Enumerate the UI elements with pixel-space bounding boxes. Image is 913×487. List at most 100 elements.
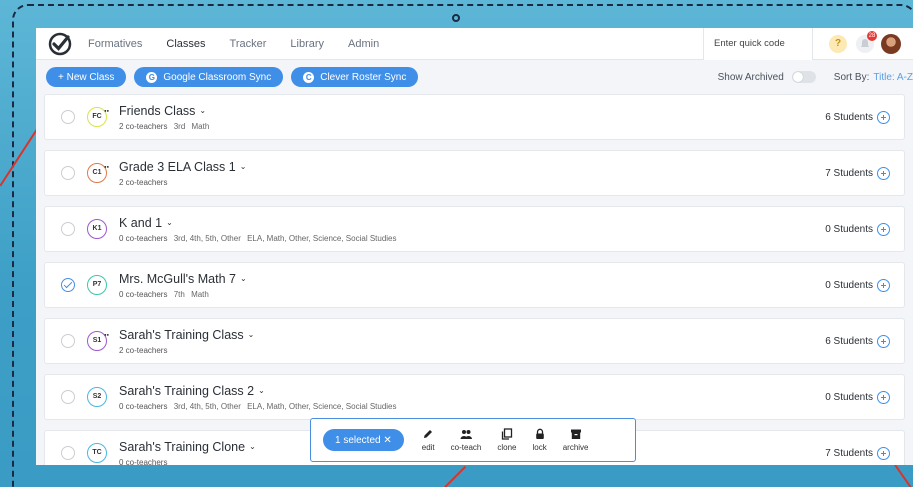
student-count: 7 Students: [825, 446, 890, 460]
class-toolbar: + New Class G Google Classroom Sync C Cl…: [36, 60, 913, 94]
pencil-icon: [424, 430, 433, 438]
chevron-down-icon[interactable]: ⌄: [249, 442, 256, 451]
google-classroom-sync-button[interactable]: G Google Classroom Sync: [134, 67, 284, 87]
class-name[interactable]: Mrs. McGull's Math 7 ⌄: [119, 272, 247, 286]
edit-label: edit: [421, 443, 435, 452]
people-icon: [460, 430, 472, 439]
class-name-text: Sarah's Training Class: [119, 327, 244, 342]
add-student-icon[interactable]: [877, 390, 890, 404]
help-icon[interactable]: ?: [829, 35, 847, 53]
chevron-down-icon[interactable]: ⌄: [248, 330, 255, 339]
class-row[interactable]: K1 K and 1 ⌄ 0 co-teachers 3rd, 4th, 5th…: [44, 206, 905, 252]
notification-badge: 28: [867, 31, 877, 41]
class-info: Grade 3 ELA Class 1 ⌄ 2 co-teachers: [119, 160, 246, 187]
student-count-label: 0 Students: [825, 391, 873, 403]
student-count: 6 Students: [825, 110, 890, 124]
google-sync-label: Google Classroom Sync: [163, 71, 272, 83]
sort-dropdown[interactable]: Title: A-Z: [873, 72, 913, 83]
chevron-down-icon[interactable]: ⌄: [166, 218, 173, 227]
class-row[interactable]: S2 Sarah's Training Class 2 ⌄ 0 co-teach…: [44, 374, 905, 420]
class-grades: 3rd, 4th, 5th, Other: [173, 401, 241, 411]
co-teach-action[interactable]: co-teach: [451, 428, 481, 452]
row-select-radio[interactable]: [61, 278, 75, 292]
class-grades: 3rd: [173, 121, 186, 131]
row-select-radio[interactable]: [61, 110, 75, 124]
row-select-radio[interactable]: [61, 390, 75, 404]
class-avatar-icon: P7: [87, 275, 107, 295]
class-initials: TC: [92, 449, 102, 456]
student-count: 0 Students: [825, 278, 890, 292]
lock-action[interactable]: lock: [532, 428, 547, 452]
class-grades: 3rd, 4th, 5th, Other: [173, 233, 241, 243]
class-row[interactable]: FC ●● Friends Class ⌄ 2 co-teachers 3rd …: [44, 94, 905, 140]
class-info: Friends Class ⌄ 2 co-teachers 3rd Math: [119, 104, 209, 131]
class-initials: K1: [92, 225, 102, 232]
nav-admin[interactable]: Admin: [348, 38, 379, 50]
google-icon: G: [146, 71, 158, 83]
class-row[interactable]: S1 ●● Sarah's Training Class ⌄ 2 co-teac…: [44, 318, 905, 364]
add-student-icon[interactable]: [877, 278, 890, 292]
chevron-down-icon[interactable]: ⌄: [258, 386, 265, 395]
quick-code-input[interactable]: [703, 28, 813, 60]
add-student-icon[interactable]: [877, 222, 890, 236]
class-info: K and 1 ⌄ 0 co-teachers 3rd, 4th, 5th, O…: [119, 216, 397, 243]
class-initials: FC: [92, 113, 102, 120]
student-count-label: 6 Students: [825, 111, 873, 123]
user-avatar[interactable]: [881, 34, 901, 54]
archive-label: archive: [562, 443, 589, 452]
class-avatar-icon: FC ●●: [87, 107, 109, 127]
class-meta: 2 co-teachers: [119, 178, 246, 187]
nav-tracker[interactable]: Tracker: [230, 38, 267, 50]
add-student-icon[interactable]: [877, 166, 890, 180]
class-subjects: Math: [191, 121, 210, 131]
chevron-down-icon[interactable]: ⌄: [240, 274, 247, 283]
class-name-text: Friends Class: [119, 103, 196, 118]
coteacher-count: 0 co-teachers: [119, 457, 168, 466]
student-count-label: 0 Students: [825, 223, 873, 235]
row-select-radio[interactable]: [61, 166, 75, 180]
class-name[interactable]: Sarah's Training Clone ⌄: [119, 440, 256, 454]
clone-action[interactable]: clone: [497, 428, 516, 452]
row-select-radio[interactable]: [61, 222, 75, 236]
chevron-down-icon[interactable]: ⌄: [199, 106, 206, 115]
class-avatar-icon: S1 ●●: [87, 331, 109, 351]
nav-library[interactable]: Library: [290, 38, 324, 50]
selected-count-pill[interactable]: 1 selected ✕: [323, 429, 404, 451]
class-name[interactable]: Sarah's Training Class 2 ⌄: [119, 384, 397, 398]
nav-classes[interactable]: Classes: [166, 38, 205, 50]
class-name[interactable]: Grade 3 ELA Class 1 ⌄: [119, 160, 246, 174]
co-teach-icon: ●●: [104, 332, 109, 337]
class-name[interactable]: Friends Class ⌄: [119, 104, 209, 118]
clever-roster-sync-button[interactable]: C Clever Roster Sync: [291, 67, 419, 87]
class-row[interactable]: C1 ●● Grade 3 ELA Class 1 ⌄ 2 co-teacher…: [44, 150, 905, 196]
app-logo-icon[interactable]: [48, 32, 72, 56]
copy-icon: [501, 428, 513, 440]
row-select-radio[interactable]: [61, 334, 75, 348]
nav-formatives[interactable]: Formatives: [88, 38, 142, 50]
coteacher-count: 2 co-teachers: [119, 177, 168, 187]
new-class-button[interactable]: + New Class: [46, 67, 127, 87]
coteacher-count: 2 co-teachers: [119, 121, 168, 131]
co-teach-icon: ●●: [104, 108, 109, 113]
student-count-label: 0 Students: [825, 279, 873, 291]
archive-action[interactable]: archive: [563, 428, 589, 452]
class-name[interactable]: K and 1 ⌄: [119, 216, 397, 230]
student-count: 7 Students: [825, 166, 890, 180]
class-subjects: ELA, Math, Other, Science, Social Studie…: [247, 233, 397, 243]
class-initials: C1: [92, 169, 102, 176]
edit-action[interactable]: edit: [422, 428, 435, 452]
class-row[interactable]: P7 Mrs. McGull's Math 7 ⌄ 0 co-teachers …: [44, 262, 905, 308]
class-initials: S1: [92, 337, 102, 344]
add-student-icon[interactable]: [877, 110, 890, 124]
notifications-icon[interactable]: 28: [855, 31, 877, 54]
add-student-icon[interactable]: [877, 334, 890, 348]
class-avatar-icon: S2: [87, 387, 107, 407]
chevron-down-icon[interactable]: ⌄: [240, 162, 247, 171]
show-archived-toggle[interactable]: [791, 71, 816, 83]
row-select-radio[interactable]: [61, 446, 75, 460]
student-count-label: 7 Students: [825, 167, 873, 179]
add-student-icon[interactable]: [877, 446, 890, 460]
top-nav: Formatives Classes Tracker Library Admin…: [36, 28, 913, 60]
student-count: 6 Students: [825, 334, 890, 348]
class-name[interactable]: Sarah's Training Class ⌄: [119, 328, 254, 342]
